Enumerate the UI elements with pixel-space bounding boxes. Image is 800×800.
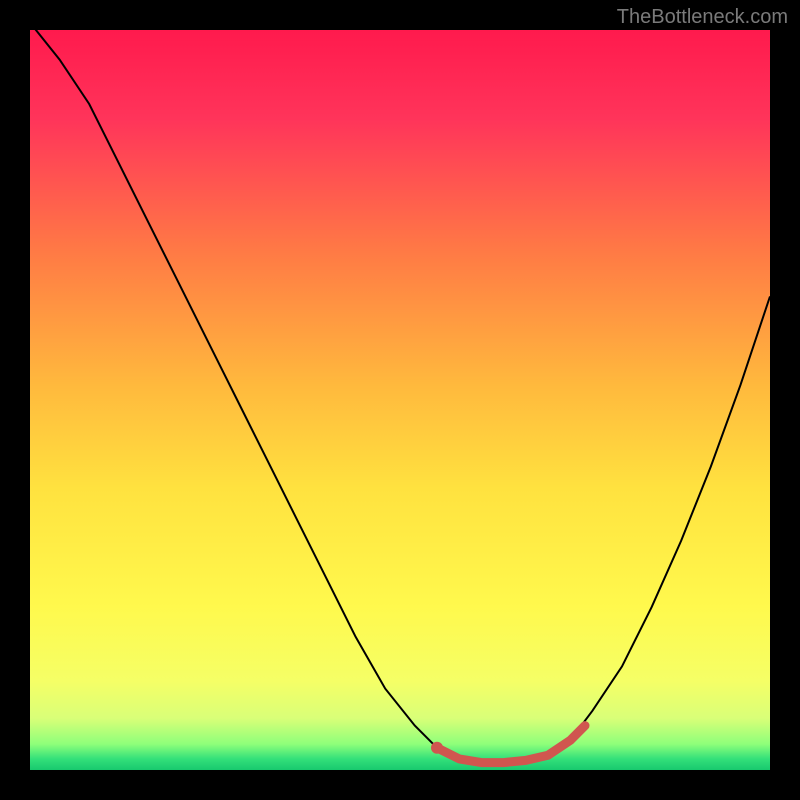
curve-layer [30,30,770,770]
watermark-text: TheBottleneck.com [617,6,788,29]
plot-area [30,30,770,770]
marker-dot [431,742,443,754]
bottleneck-curve [30,30,770,763]
optimal-range-marker [437,726,585,763]
chart-container [30,30,770,770]
